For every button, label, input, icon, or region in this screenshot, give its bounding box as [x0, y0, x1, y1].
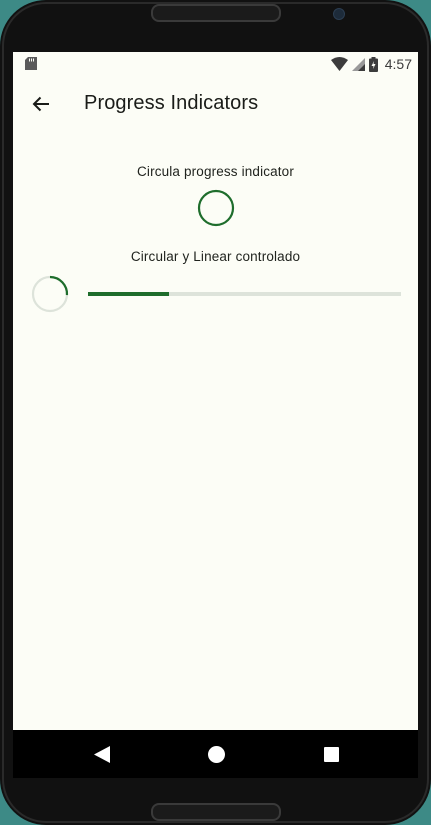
cell-signal-icon: [351, 57, 365, 71]
controlled-circular-indicator: [31, 275, 69, 313]
nav-home-icon: [207, 745, 225, 763]
navigation-bar: [13, 730, 418, 778]
nav-recents-button[interactable]: [301, 730, 361, 778]
status-time: 4:57: [384, 56, 412, 72]
battery-charging-icon: [368, 56, 378, 72]
status-bar: 4:57: [13, 52, 418, 76]
nav-back-icon: [94, 745, 110, 763]
app-screen: 4:57 Progress Indicators Circula progres…: [13, 52, 418, 730]
wifi-icon: [330, 57, 348, 71]
circular-progress-indicator: [197, 189, 235, 227]
sd-card-icon: [25, 57, 37, 70]
nav-home-button[interactable]: [186, 730, 246, 778]
controlled-circular-arc: [49, 275, 69, 296]
controlled-indicator-label: Circular y Linear controlado: [130, 249, 301, 264]
nav-back-button[interactable]: [72, 730, 132, 778]
linear-progress-fill: [88, 292, 170, 296]
nav-recents-icon: [323, 746, 339, 762]
back-button[interactable]: [25, 88, 57, 120]
bottom-speaker: [150, 803, 281, 821]
top-speaker: [150, 4, 281, 22]
status-icons: 4:57: [330, 56, 412, 72]
app-bar: Progress Indicators: [13, 76, 418, 132]
arrow-back-icon: [32, 96, 49, 112]
linear-progress-indicator: [88, 292, 401, 296]
page-title: Progress Indicators: [84, 92, 259, 114]
front-camera: [333, 8, 345, 20]
circular-indicator-label: Circula progress indicator: [137, 164, 294, 179]
